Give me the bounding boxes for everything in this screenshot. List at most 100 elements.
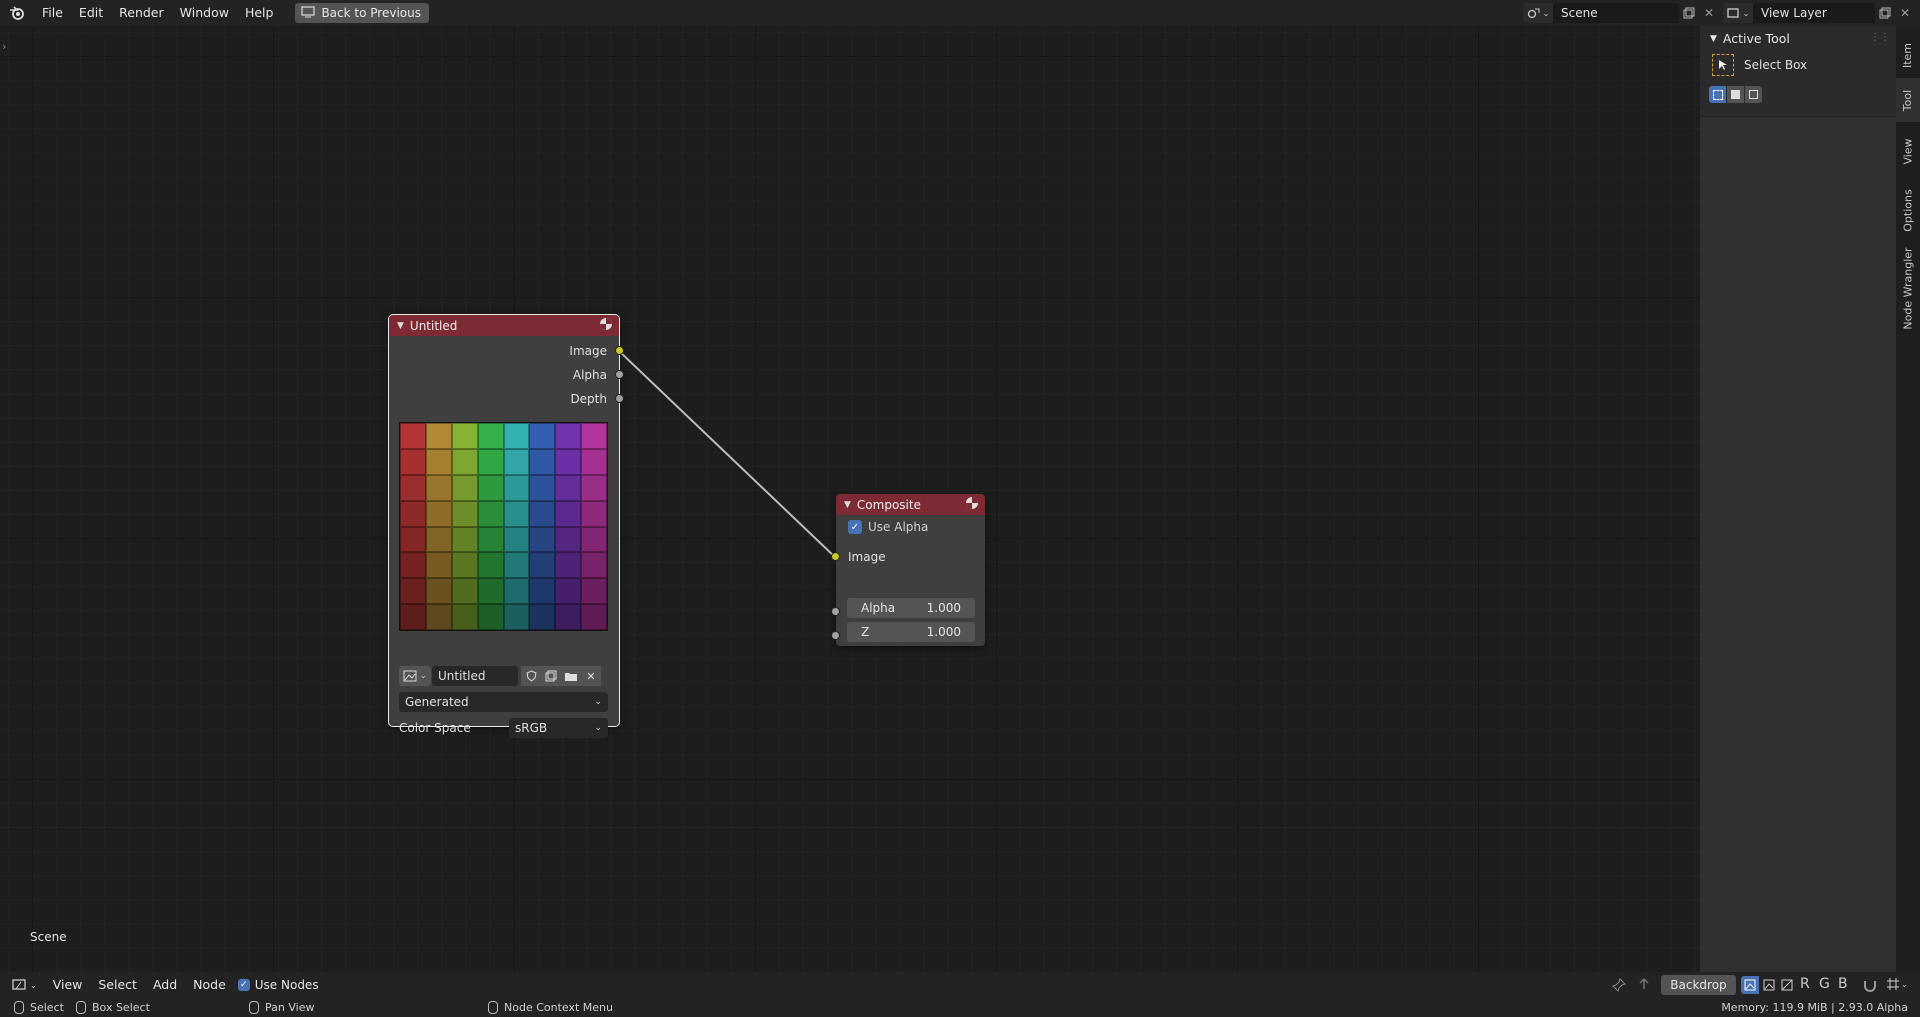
input-image-socket[interactable] bbox=[831, 552, 840, 561]
use-nodes-toggle[interactable]: ✓ Use Nodes bbox=[237, 978, 319, 992]
preview-cell bbox=[555, 578, 582, 605]
z-value-field[interactable]: Z 1.000 bbox=[847, 622, 975, 642]
image-node-header[interactable]: ▼ Untitled bbox=[389, 315, 619, 336]
backdrop-alpha-icon[interactable] bbox=[1778, 976, 1795, 994]
back-to-previous-button[interactable]: Back to Previous bbox=[295, 3, 429, 23]
preview-cell bbox=[425, 423, 452, 449]
output-alpha-socket[interactable] bbox=[615, 370, 624, 379]
new-view-layer-icon[interactable] bbox=[1875, 3, 1895, 23]
active-tool-panel: ▼ Active Tool ⋮⋮ Select Box bbox=[1700, 26, 1896, 117]
channel-r-button[interactable]: R bbox=[1800, 976, 1810, 992]
use-nodes-checkbox[interactable]: ✓ bbox=[237, 979, 250, 991]
parent-node-tree-icon[interactable] bbox=[1637, 977, 1651, 994]
open-folder-icon[interactable] bbox=[561, 666, 581, 686]
output-depth-socket[interactable] bbox=[615, 394, 624, 403]
preview-cell bbox=[400, 526, 426, 553]
editor-type-icon[interactable]: ⌄ bbox=[12, 978, 37, 992]
fake-user-shield-icon[interactable] bbox=[521, 666, 541, 686]
drag-handle-icon[interactable]: ⋮⋮ bbox=[1870, 32, 1890, 43]
tab-item[interactable]: Item bbox=[1896, 32, 1920, 78]
view-layer-name-field[interactable]: View Layer bbox=[1753, 3, 1875, 23]
preview-cell bbox=[425, 500, 452, 527]
composite-node-header[interactable]: ▼ Composite bbox=[836, 494, 985, 515]
menu-help[interactable]: Help bbox=[237, 0, 282, 26]
snap-icon[interactable] bbox=[1862, 977, 1878, 996]
new-scene-icon[interactable] bbox=[1679, 3, 1699, 23]
image-name-field[interactable]: Untitled bbox=[432, 666, 518, 686]
menu-render[interactable]: Render bbox=[111, 0, 172, 26]
preview-cell bbox=[503, 500, 530, 527]
menu-edit[interactable]: Edit bbox=[71, 0, 111, 26]
channel-g-button[interactable]: G bbox=[1819, 976, 1830, 992]
alpha-value-field[interactable]: Alpha 1.000 bbox=[847, 598, 975, 618]
menu-window[interactable]: Window bbox=[172, 0, 237, 26]
preview-cell bbox=[477, 604, 504, 630]
unlink-image-icon[interactable]: ✕ bbox=[581, 666, 601, 686]
tab-options[interactable]: Options bbox=[1896, 180, 1920, 240]
color-space-dropdown[interactable]: sRGB ⌄ bbox=[509, 718, 608, 738]
channel-b-button[interactable]: B bbox=[1838, 976, 1848, 992]
preview-cell bbox=[425, 448, 452, 475]
preview-cell bbox=[425, 604, 452, 630]
delete-view-layer-icon[interactable]: ✕ bbox=[1895, 3, 1915, 23]
mode-subtract-icon[interactable] bbox=[1745, 86, 1762, 103]
mode-extend-icon[interactable] bbox=[1727, 86, 1744, 103]
preview-cell bbox=[425, 526, 452, 553]
preview-cell bbox=[451, 500, 478, 527]
use-alpha-checkbox[interactable]: ✓ bbox=[848, 520, 862, 534]
preview-cell bbox=[529, 604, 556, 630]
delete-scene-icon[interactable]: ✕ bbox=[1699, 3, 1719, 23]
chevron-down-icon: ⌄ bbox=[594, 697, 602, 707]
backdrop-color-icon[interactable] bbox=[1741, 976, 1759, 994]
mode-set-icon[interactable] bbox=[1709, 86, 1726, 103]
tab-view[interactable]: View bbox=[1896, 122, 1920, 180]
header-menu-view[interactable]: View bbox=[45, 972, 91, 998]
z-label: Z bbox=[861, 625, 870, 639]
alpha-label: Alpha bbox=[861, 601, 896, 615]
collapse-triangle-icon[interactable]: ▼ bbox=[397, 321, 404, 331]
view-layer-selector[interactable]: ⌄ View Layer ✕ bbox=[1723, 3, 1915, 23]
render-sphere-icon[interactable] bbox=[599, 317, 613, 334]
mouse-left-icon bbox=[14, 1001, 24, 1014]
blender-logo-icon[interactable] bbox=[0, 6, 34, 20]
scene-name-field[interactable]: Scene bbox=[1553, 3, 1679, 23]
composite-node[interactable]: ▼ Composite ✓ Use Alpha Image Alpha 1.00… bbox=[831, 494, 985, 646]
preview-cell bbox=[529, 500, 556, 527]
status-select-label: Select bbox=[30, 1001, 64, 1014]
backdrop-toggle-button[interactable]: Backdrop bbox=[1661, 975, 1736, 995]
preview-cell bbox=[451, 578, 478, 605]
composite-node-title: Composite bbox=[856, 497, 921, 512]
pin-icon[interactable] bbox=[1612, 978, 1626, 995]
output-image-socket[interactable] bbox=[615, 346, 624, 355]
scene-selector[interactable]: ⌄ Scene ✕ bbox=[1523, 3, 1719, 23]
backdrop-color-alpha-icon[interactable] bbox=[1760, 976, 1777, 994]
preview-cell bbox=[529, 474, 556, 501]
select-box-tool[interactable]: Select Box bbox=[1712, 54, 1807, 76]
input-alpha-socket[interactable] bbox=[831, 607, 840, 616]
status-box-select: Box Select bbox=[76, 1001, 150, 1014]
sidebar-panel: ▼ Active Tool ⋮⋮ Select Box bbox=[1700, 26, 1896, 972]
image-source-dropdown[interactable]: Generated ⌄ bbox=[399, 692, 608, 712]
image-browse-button[interactable]: ⌄ bbox=[399, 666, 431, 686]
view-layer-icon[interactable]: ⌄ bbox=[1723, 3, 1753, 23]
header-menu-node[interactable]: Node bbox=[185, 972, 234, 998]
header-menu-select[interactable]: Select bbox=[90, 972, 145, 998]
snap-options-icon[interactable]: ⌄ bbox=[1886, 977, 1908, 991]
header-menu-add[interactable]: Add bbox=[145, 972, 185, 998]
preview-cell bbox=[581, 552, 607, 579]
collapse-triangle-icon[interactable]: ▼ bbox=[844, 500, 851, 510]
output-depth-row: Depth bbox=[389, 387, 624, 410]
input-z-socket[interactable] bbox=[831, 631, 840, 640]
memory-status: Memory: 119.9 MiB | 2.93.0 Alpha bbox=[1721, 1001, 1908, 1014]
tab-tool[interactable]: Tool bbox=[1896, 78, 1920, 122]
menu-file[interactable]: File bbox=[34, 0, 71, 26]
output-depth-label: Depth bbox=[570, 391, 607, 406]
image-node[interactable]: ▼ Untitled Image Alpha Depth ⌄ Untitled bbox=[388, 314, 624, 738]
active-tool-header[interactable]: ▼ Active Tool bbox=[1710, 31, 1790, 46]
scene-icon[interactable]: ⌄ bbox=[1523, 3, 1553, 23]
duplicate-image-icon[interactable] bbox=[541, 666, 561, 686]
node-editor-canvas[interactable]: › ▼ Untitled Image Alpha Depth ⌄ Untitle… bbox=[0, 26, 1700, 972]
output-image-row: Image bbox=[389, 339, 624, 362]
tab-node-wrangler[interactable]: Node Wrangler bbox=[1896, 240, 1920, 336]
render-sphere-icon[interactable] bbox=[965, 496, 979, 513]
